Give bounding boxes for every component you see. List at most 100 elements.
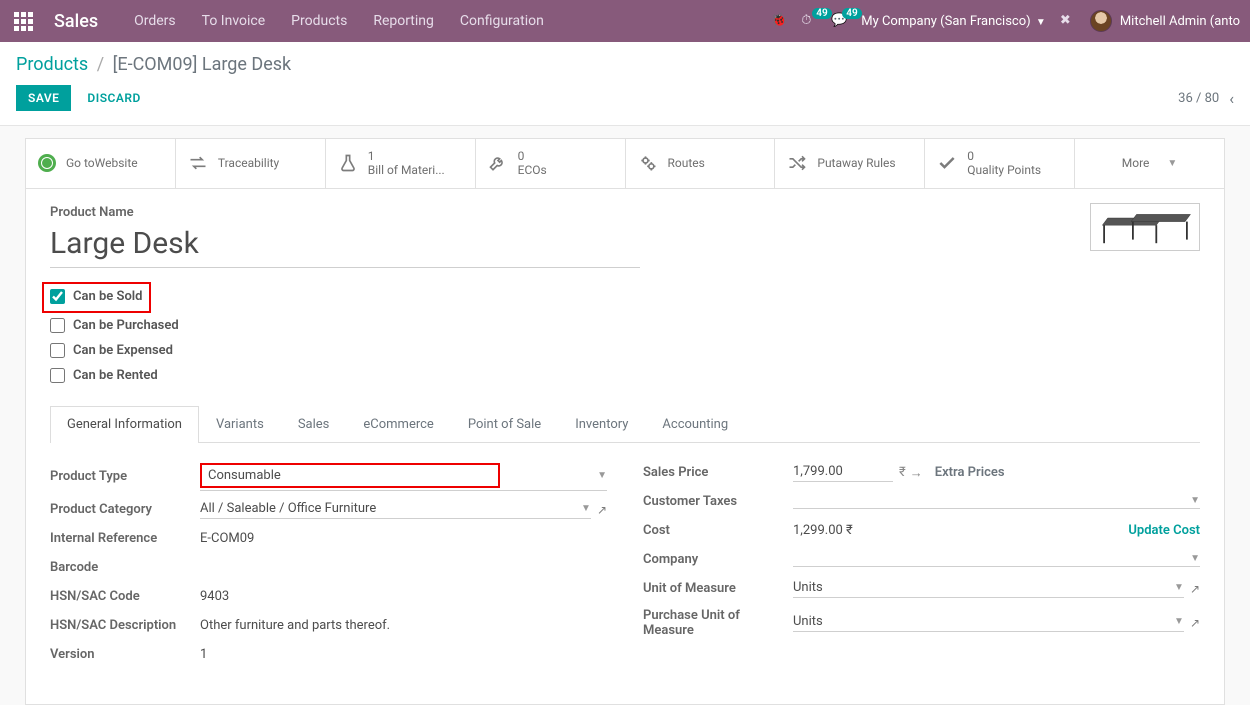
pager: 36 / 80 ‹: [1178, 89, 1234, 108]
check-icon: [937, 153, 957, 173]
form-sheet: Go toWebsite Traceability 1Bill of Mater…: [25, 138, 1225, 705]
checkbox-purchased[interactable]: [50, 318, 65, 333]
stat-quality[interactable]: 0Quality Points: [925, 139, 1075, 188]
caret-down-icon: ▼: [1190, 553, 1200, 564]
external-link-icon[interactable]: ↗: [1190, 582, 1200, 596]
globe-icon: [38, 154, 56, 172]
action-row: SAVE DISCARD 36 / 80 ‹: [16, 85, 1234, 111]
pager-prev-icon[interactable]: ‹: [1229, 89, 1234, 108]
pager-text[interactable]: 36 / 80: [1178, 91, 1219, 106]
sales-price-field[interactable]: 1,799.00 ₹ → Extra Prices: [793, 464, 1200, 482]
company-label: Company: [643, 552, 793, 567]
tab-general[interactable]: General Information: [50, 406, 199, 443]
tab-pos[interactable]: Point of Sale: [451, 406, 558, 442]
product-type-label: Product Type: [50, 469, 200, 484]
caret-down-icon: ▼: [1190, 495, 1200, 506]
currency-icon: ₹: [899, 465, 906, 480]
product-name-input[interactable]: [50, 224, 640, 268]
company-field[interactable]: ▼: [793, 553, 1200, 567]
breadcrumb-products[interactable]: Products: [16, 54, 88, 75]
customer-taxes-field[interactable]: ▼: [793, 495, 1200, 509]
external-link-icon[interactable]: ↗: [1190, 616, 1200, 630]
check-can-be-expensed[interactable]: Can be Expensed: [50, 338, 1200, 363]
nav-orders[interactable]: Orders: [134, 13, 176, 29]
nav-menu: Orders To Invoice Products Reporting Con…: [134, 13, 544, 29]
arrow-right-icon: →: [910, 465, 923, 481]
tabs: General Information Variants Sales eComm…: [50, 406, 1200, 443]
product-image[interactable]: [1090, 203, 1200, 251]
breadcrumb-sep: /: [97, 54, 104, 75]
caret-down-icon: ▼: [1174, 616, 1184, 627]
shuffle-icon: [787, 153, 807, 173]
purchase-uom-field[interactable]: Units▼: [793, 614, 1184, 632]
checkbox-expensed[interactable]: [50, 343, 65, 358]
product-type-field[interactable]: Consumable ▼: [200, 463, 607, 491]
product-category-field[interactable]: All / Saleable / Office Furniture▼: [200, 501, 591, 519]
nav-products[interactable]: Products: [291, 13, 347, 29]
checkbox-list: Can be Sold Can be Purchased Can be Expe…: [50, 282, 1200, 388]
flask-icon: [338, 153, 358, 173]
nav-configuration[interactable]: Configuration: [460, 13, 544, 29]
product-name-label: Product Name: [50, 205, 1200, 220]
wrench-icon: [488, 153, 508, 173]
version-value: 1: [200, 647, 607, 662]
tools-icon[interactable]: ✖: [1060, 13, 1076, 29]
uom-field[interactable]: Units▼: [793, 580, 1184, 598]
bug-icon[interactable]: 🐞: [771, 13, 787, 29]
checkbox-sold[interactable]: [50, 289, 65, 304]
nav-reporting[interactable]: Reporting: [373, 13, 434, 29]
caret-down-icon: ▼: [1174, 582, 1184, 593]
messages-badge: 49: [842, 8, 861, 19]
swap-icon: [188, 153, 208, 173]
hsn-desc-value[interactable]: Other furniture and parts thereof.: [200, 618, 607, 633]
hsn-desc-label: HSN/SAC Description: [50, 618, 200, 633]
tab-accounting[interactable]: Accounting: [645, 406, 745, 442]
stat-more[interactable]: More ▼: [1075, 139, 1224, 188]
caret-down-icon: ▼: [581, 503, 591, 514]
avatar[interactable]: [1090, 10, 1112, 32]
nav-to-invoice[interactable]: To Invoice: [202, 13, 266, 29]
stat-traceability[interactable]: Traceability: [176, 139, 326, 188]
save-button[interactable]: SAVE: [16, 85, 71, 111]
extra-prices-button[interactable]: Extra Prices: [935, 465, 1005, 480]
stat-website[interactable]: Go toWebsite: [26, 139, 176, 188]
checkbox-rented[interactable]: [50, 368, 65, 383]
stat-routes[interactable]: Routes: [626, 139, 776, 188]
breadcrumb: Products / [E-COM09] Large Desk: [16, 54, 1234, 75]
highlight-product-type: Consumable: [200, 463, 500, 488]
hsn-code-value[interactable]: 9403: [200, 589, 607, 604]
form-col-left: Product Type Consumable ▼ Product Catego…: [50, 463, 607, 674]
tab-sales[interactable]: Sales: [281, 406, 347, 442]
company-selector[interactable]: My Company (San Francisco) ▼: [861, 14, 1046, 29]
caret-down-icon: ▼: [1167, 158, 1177, 169]
barcode-label: Barcode: [50, 560, 200, 575]
activity-icon[interactable]: ⏱49: [801, 13, 817, 29]
user-menu[interactable]: Mitchell Admin (anto: [1120, 14, 1240, 29]
apps-icon[interactable]: [10, 8, 38, 35]
breadcrumb-current: [E-COM09] Large Desk: [113, 54, 292, 75]
brand: Sales: [54, 11, 98, 32]
update-cost-button[interactable]: Update Cost: [1128, 523, 1200, 538]
messages-icon[interactable]: 💬49: [831, 13, 847, 29]
hsn-code-label: HSN/SAC Code: [50, 589, 200, 604]
stat-ecos[interactable]: 0ECOs: [476, 139, 626, 188]
stat-putaway[interactable]: Putaway Rules: [775, 139, 925, 188]
discard-button[interactable]: DISCARD: [87, 91, 140, 105]
check-can-be-sold[interactable]: Can be Sold: [50, 284, 143, 309]
purchase-uom-label: Purchase Unit of Measure: [643, 608, 793, 638]
internal-ref-value[interactable]: E-COM09: [200, 531, 607, 546]
check-can-be-rented[interactable]: Can be Rented: [50, 363, 1200, 388]
stat-bom[interactable]: 1Bill of Materi...: [326, 139, 476, 188]
customer-taxes-label: Customer Taxes: [643, 494, 793, 509]
caret-down-icon: ▼: [597, 470, 607, 481]
cost-label: Cost: [643, 523, 793, 538]
nav-right: 🐞 ⏱49 💬49 My Company (San Francisco) ▼ ✖…: [771, 10, 1240, 32]
check-can-be-purchased[interactable]: Can be Purchased: [50, 313, 1200, 338]
tab-variants[interactable]: Variants: [199, 406, 281, 442]
uom-label: Unit of Measure: [643, 581, 793, 596]
tab-ecommerce[interactable]: eCommerce: [346, 406, 450, 442]
stat-buttons: Go toWebsite Traceability 1Bill of Mater…: [26, 139, 1224, 189]
external-link-icon[interactable]: ↗: [597, 503, 607, 517]
tab-inventory[interactable]: Inventory: [558, 406, 645, 442]
caret-down-icon: ▼: [1036, 17, 1046, 28]
